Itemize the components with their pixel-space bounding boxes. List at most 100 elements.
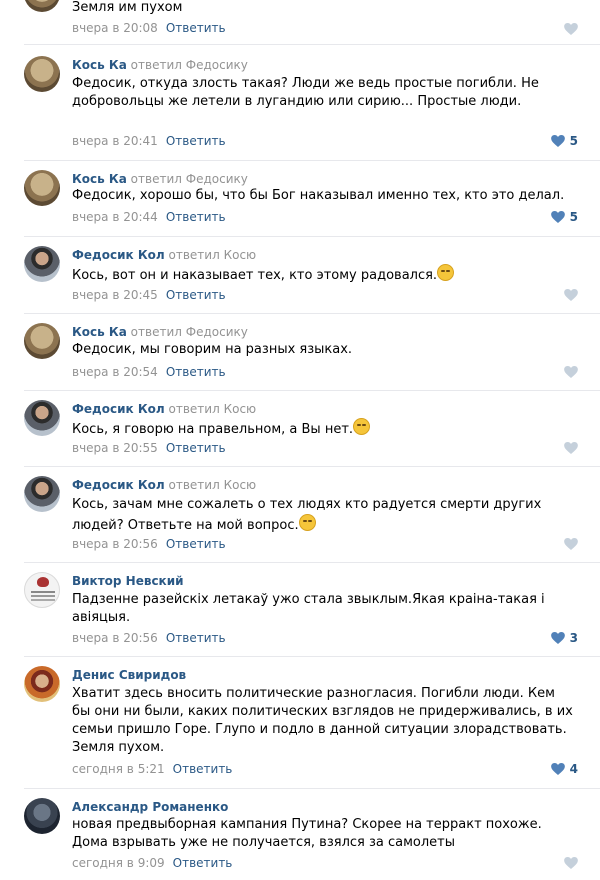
author-name[interactable]: Кось Ка: [72, 58, 127, 72]
heart-icon: [564, 538, 578, 550]
reply-button[interactable]: Ответить: [166, 210, 226, 224]
comment-text-wrap: Кось, вот он и наказывает тех, кто этому…: [72, 264, 577, 285]
divider: [24, 466, 600, 467]
comment-date[interactable]: вчера в 20:54: [72, 365, 158, 379]
replied-label: ответил: [168, 402, 220, 416]
replied-label: ответил: [168, 248, 220, 262]
comment-header: Кось Ка ответил Федосику: [72, 325, 248, 339]
reply-target[interactable]: Федосику: [186, 58, 248, 72]
comment-meta: вчера в 20:08 Ответить: [72, 21, 226, 35]
reply-button[interactable]: Ответить: [166, 134, 226, 148]
comment-date[interactable]: вчера в 20:55: [72, 441, 158, 455]
comment-meta: вчера в 20:44 Ответить: [72, 210, 226, 224]
cat-avatar[interactable]: [24, 0, 60, 12]
heart-icon: [550, 135, 565, 147]
heart-icon: [564, 366, 578, 378]
like-button[interactable]: [564, 22, 578, 36]
comment-date[interactable]: вчера в 20:45: [72, 288, 158, 302]
like-button[interactable]: 5: [550, 210, 578, 224]
reply-button[interactable]: Ответить: [173, 856, 233, 870]
comment-text: Земля им пухом: [72, 0, 183, 15]
reply-button[interactable]: Ответить: [166, 441, 226, 455]
comment-text-wrap: Кось, зачам мне сожалеть о тех людях кто…: [72, 496, 577, 535]
like-button[interactable]: [564, 288, 578, 302]
user-photo-avatar[interactable]: [24, 246, 60, 282]
author-name[interactable]: Кось Ка: [72, 325, 127, 339]
heart-icon: [564, 857, 578, 869]
like-button[interactable]: [564, 856, 578, 870]
comment-text: Федосик, мы говорим на разных языках.: [72, 342, 353, 357]
like-button[interactable]: [564, 365, 578, 379]
reply-target[interactable]: Косю: [224, 248, 257, 262]
smirk-emoji-icon: [437, 264, 455, 281]
author-name[interactable]: Федосик Кол: [72, 248, 165, 262]
comment-date[interactable]: вчера в 20:08: [72, 21, 158, 35]
divider: [24, 562, 600, 563]
comment-meta: вчера в 20:56 Ответить: [72, 537, 226, 551]
comment-header: Федосик Кол ответил Косю: [72, 478, 256, 492]
reply-button[interactable]: Ответить: [166, 288, 226, 302]
author-name[interactable]: Александр Романенко: [72, 800, 228, 814]
comment-meta: сегодня в 9:09 Ответить: [72, 856, 232, 870]
reply-button[interactable]: Ответить: [173, 762, 233, 776]
author-name[interactable]: Денис Свиридов: [72, 668, 186, 682]
comment-meta: вчера в 20:55 Ответить: [72, 441, 226, 455]
comment-date[interactable]: вчера в 20:56: [72, 631, 158, 645]
heart-icon: [550, 763, 565, 775]
cat-avatar[interactable]: [24, 170, 60, 206]
reply-target[interactable]: Косю: [224, 402, 257, 416]
comment-text: Федосик, откуда злость такая? Люди же ве…: [72, 76, 539, 109]
replied-label: ответил: [168, 478, 220, 492]
heart-icon: [550, 632, 565, 644]
author-name[interactable]: Кось Ка: [72, 172, 127, 186]
heart-icon: [564, 289, 578, 301]
heart-icon: [564, 23, 578, 35]
comment-text: Федосик, хорошо бы, что бы Бог наказывал…: [72, 188, 565, 203]
smirk-emoji-icon: [353, 418, 371, 435]
heart-icon: [564, 442, 578, 454]
author-name[interactable]: Виктор Невский: [72, 574, 184, 588]
reply-target[interactable]: Федосику: [186, 172, 248, 186]
comment-date[interactable]: вчера в 20:41: [72, 134, 158, 148]
author-name[interactable]: Федосик Кол: [72, 478, 165, 492]
replied-label: ответил: [130, 325, 182, 339]
user-photo-avatar[interactable]: [24, 400, 60, 436]
reply-target[interactable]: Федосику: [186, 325, 248, 339]
author-name[interactable]: Федосик Кол: [72, 402, 165, 416]
like-button[interactable]: 3: [550, 631, 578, 645]
divider: [24, 313, 600, 314]
comment-meta: вчера в 20:41 Ответить: [72, 134, 226, 148]
emblem-icon: [37, 577, 49, 587]
comment-meta: вчера в 20:54 Ответить: [72, 365, 226, 379]
comment-header: Кось Ка ответил Федосику: [72, 58, 248, 72]
reply-button[interactable]: Ответить: [166, 537, 226, 551]
comment-meta: вчера в 20:45 Ответить: [72, 288, 226, 302]
replied-label: ответил: [130, 172, 182, 186]
emblem-avatar[interactable]: [24, 572, 60, 608]
heart-icon: [550, 211, 565, 223]
cat-avatar[interactable]: [24, 323, 60, 359]
like-button[interactable]: 5: [550, 134, 578, 148]
user-photo-avatar[interactable]: [24, 666, 60, 702]
like-button[interactable]: 4: [550, 762, 578, 776]
user-photo-avatar[interactable]: [24, 476, 60, 512]
comment-date[interactable]: вчера в 20:56: [72, 537, 158, 551]
reply-button[interactable]: Ответить: [166, 21, 226, 35]
cat-avatar[interactable]: [24, 56, 60, 92]
comment-meta: вчера в 20:56 Ответить: [72, 631, 226, 645]
divider: [24, 44, 600, 45]
smirk-emoji-icon: [298, 514, 316, 531]
comment-date[interactable]: сегодня в 9:09: [72, 856, 165, 870]
divider: [24, 160, 600, 161]
comment-text: Кось, вот он и наказывает тех, кто этому…: [72, 268, 438, 283]
comment-date[interactable]: сегодня в 5:21: [72, 762, 165, 776]
reply-button[interactable]: Ответить: [166, 631, 226, 645]
emblem-lines: [31, 591, 55, 593]
like-button[interactable]: [564, 537, 578, 551]
reply-target[interactable]: Косю: [224, 478, 257, 492]
comment-date[interactable]: вчера в 20:44: [72, 210, 158, 224]
like-button[interactable]: [564, 441, 578, 455]
reply-button[interactable]: Ответить: [166, 365, 226, 379]
replied-label: ответил: [130, 58, 182, 72]
user-photo-avatar[interactable]: [24, 798, 60, 834]
